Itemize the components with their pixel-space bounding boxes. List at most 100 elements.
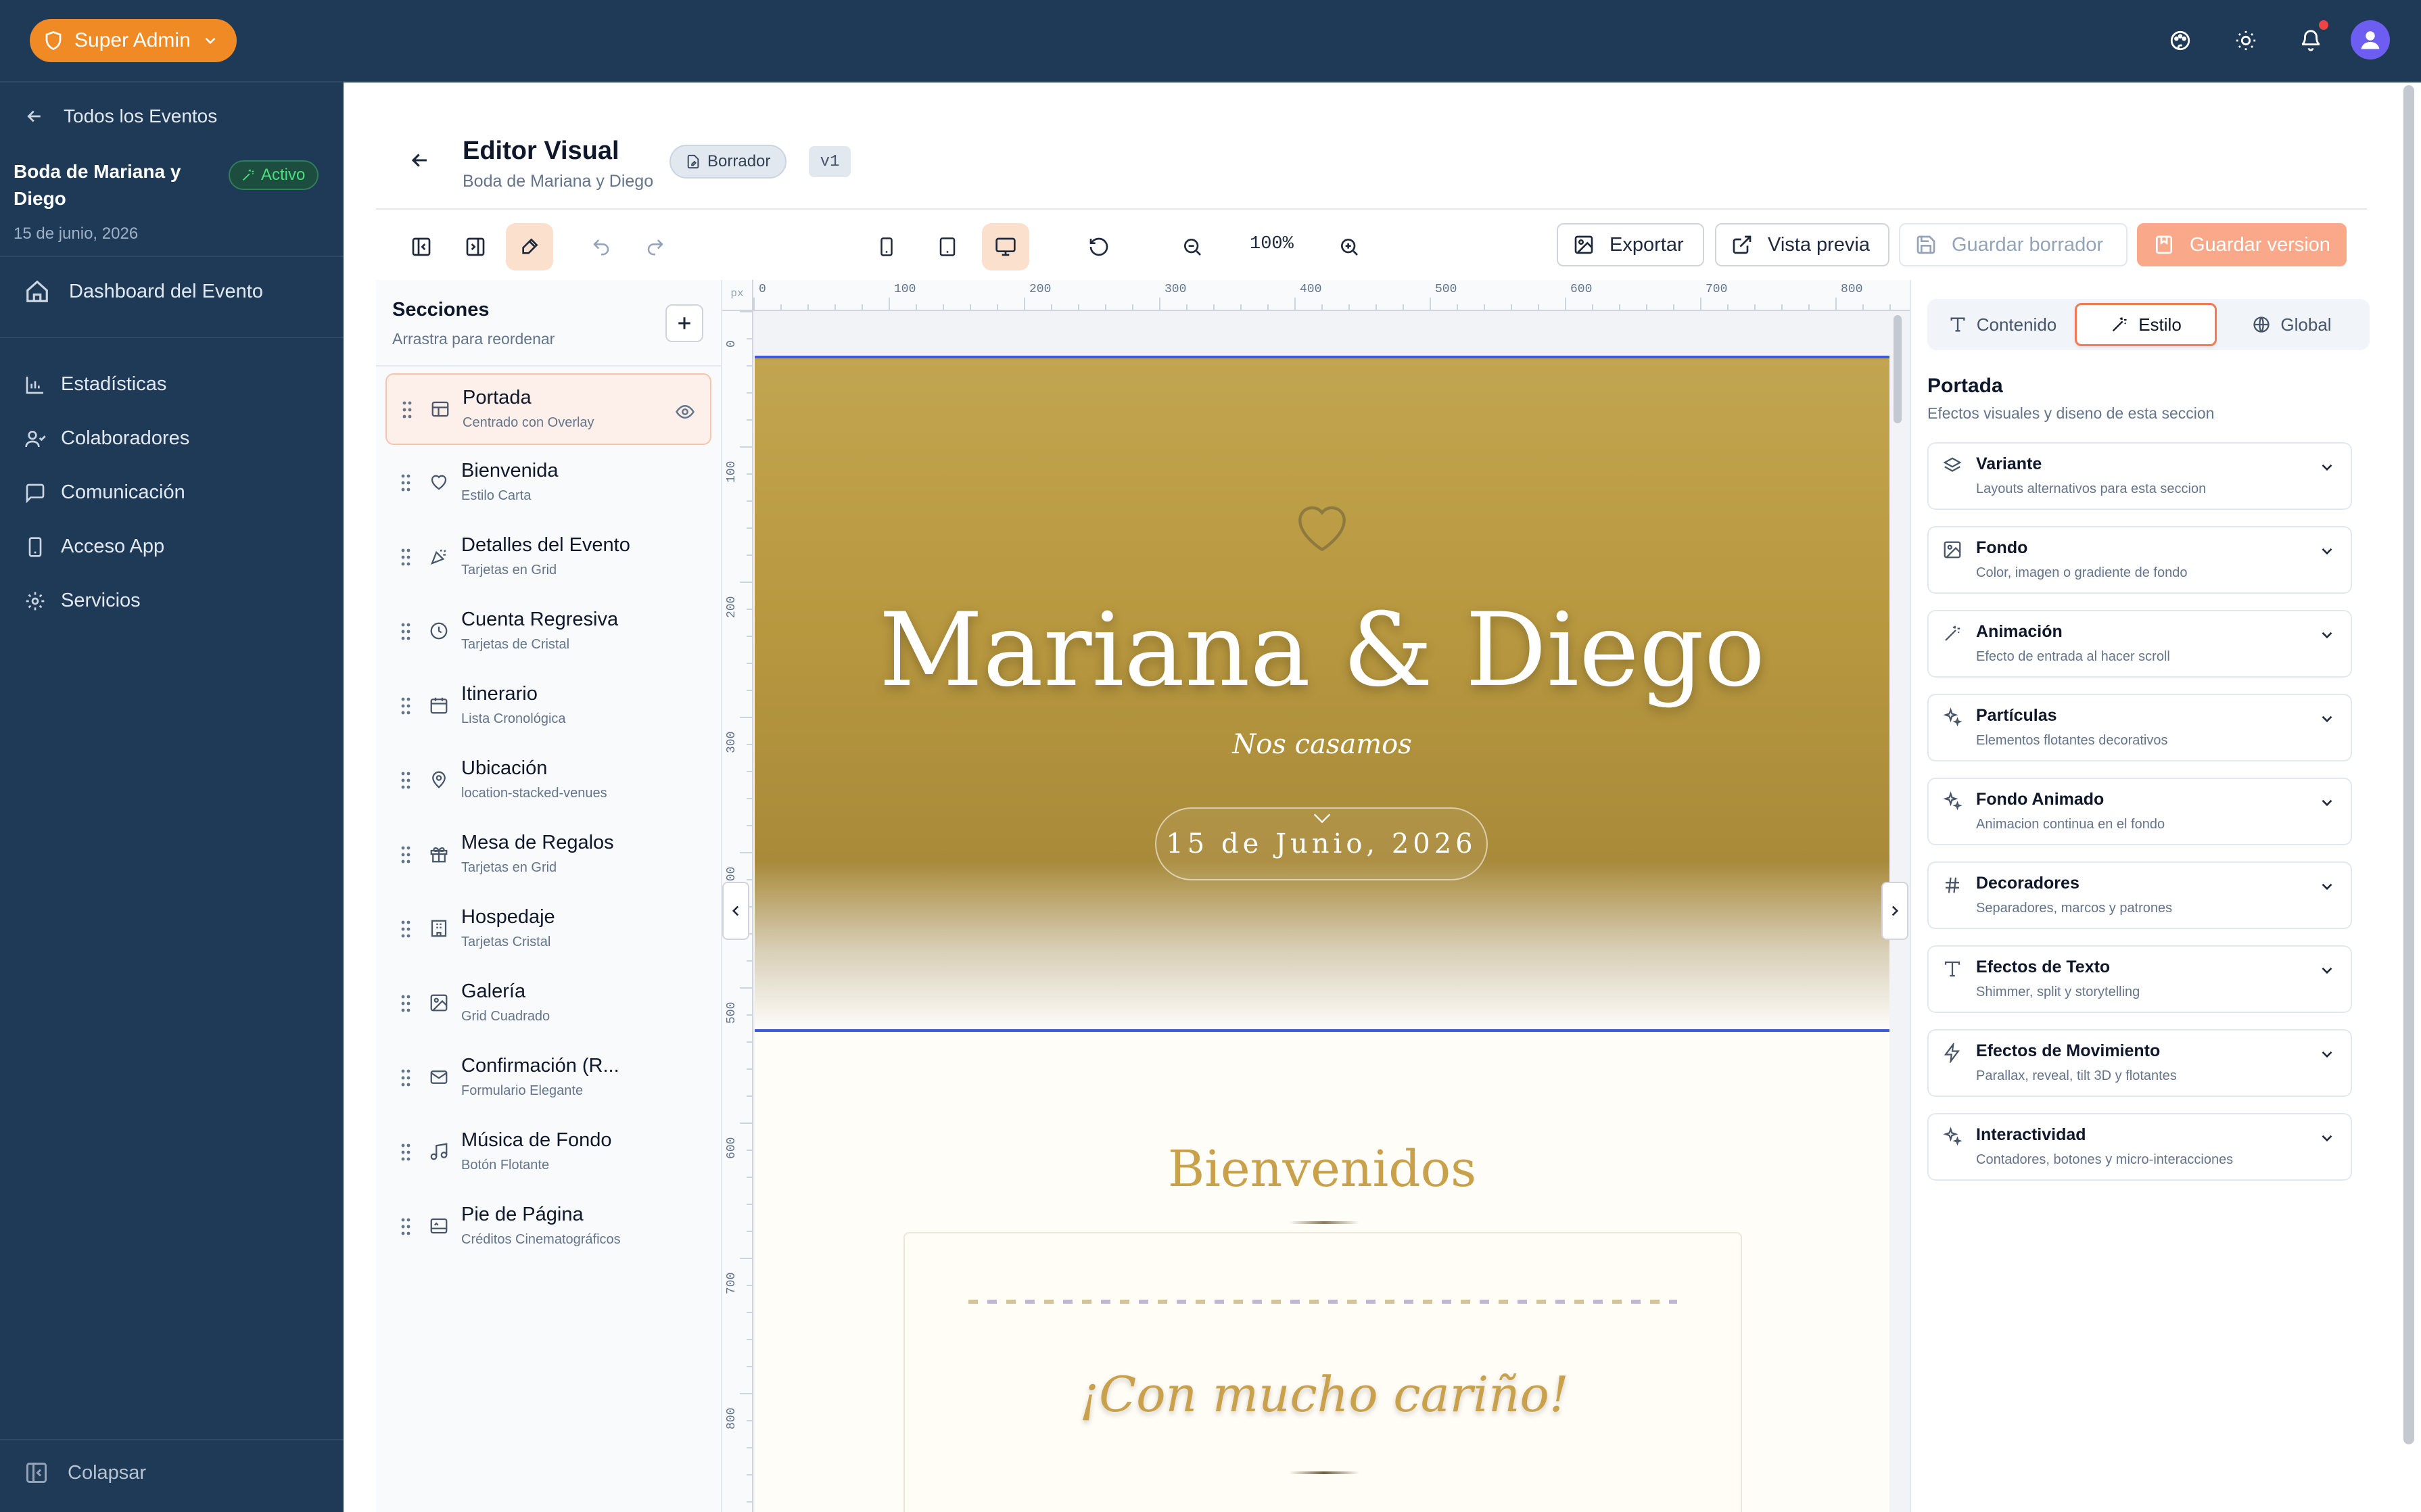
drag-handle-icon[interactable] xyxy=(400,473,411,492)
style-group-item[interactable]: Variante Layouts alternativos para esta s… xyxy=(1927,442,2352,510)
pin-icon xyxy=(427,768,450,791)
style-group-item[interactable]: Fondo Color, imagen o gradiente de fondo xyxy=(1927,526,2352,594)
section-item[interactable]: Bienvenida Estilo Carta xyxy=(385,448,711,519)
chevron-down-icon xyxy=(2322,799,2332,807)
notification-dot xyxy=(2319,20,2328,30)
ruler-tick xyxy=(740,717,752,718)
ruler-tick-label: 400 xyxy=(1300,283,1322,296)
style-panel: Contenido Estilo Global Portada Efectos … xyxy=(1910,280,2383,1512)
ruler-tick xyxy=(747,1095,752,1097)
section-item[interactable]: Cuenta Regresiva Tarjetas de Cristal xyxy=(385,596,711,668)
sidebar-item-label: Dashboard del Evento xyxy=(69,280,263,302)
section-item[interactable]: Hospedaje Tarjetas Cristal xyxy=(385,894,711,966)
collapse-left-button[interactable] xyxy=(722,882,749,940)
drag-handle-icon[interactable] xyxy=(400,994,411,1013)
toggle-right-panel-button[interactable] xyxy=(452,223,499,270)
style-group-item[interactable]: Interactividad Contadores, botones y micr… xyxy=(1927,1113,2352,1181)
canvas-scrollbar[interactable] xyxy=(1894,315,1902,423)
ruler-tick-label: 500 xyxy=(725,1001,738,1024)
user-avatar[interactable] xyxy=(2351,20,2390,60)
collapse-sidebar-button[interactable]: Colapsar xyxy=(24,1461,146,1485)
preview-label: Vista previa xyxy=(1768,233,1870,256)
ruler-tick-label: 700 xyxy=(1706,283,1728,296)
sidebar-item-servicios[interactable]: Servicios xyxy=(24,590,141,612)
back-to-events-link[interactable]: Todos los Eventos xyxy=(24,105,217,127)
style-mode-button[interactable] xyxy=(506,223,553,270)
style-group-item[interactable]: Animación Efecto de entrada al hacer scro… xyxy=(1927,610,2352,678)
zoom-in-button[interactable] xyxy=(1325,223,1373,270)
tablet-view-button[interactable] xyxy=(924,223,971,270)
section-item[interactable]: Galería Grid Cuadrado xyxy=(385,968,711,1040)
back-to-events-label: Todos los Eventos xyxy=(64,105,218,126)
collapse-label: Colapsar xyxy=(68,1461,147,1484)
drag-handle-icon[interactable] xyxy=(400,1217,411,1236)
section-item[interactable]: Itinerario Lista Cronológica xyxy=(385,671,711,742)
section-name: Música de Fondo xyxy=(461,1129,612,1151)
drag-handle-icon[interactable] xyxy=(400,771,411,790)
style-group-item[interactable]: Efectos de Texto Shimmer, split y storyte… xyxy=(1927,945,2352,1013)
drag-handle-icon[interactable] xyxy=(400,622,411,641)
section-variant: location-stacked-venues xyxy=(461,786,607,801)
drag-handle-icon[interactable] xyxy=(402,400,413,419)
section-item[interactable]: Portada Centrado con Overlay xyxy=(385,373,711,445)
footer-icon xyxy=(427,1214,450,1237)
collapse-right-button[interactable] xyxy=(1881,882,1908,940)
section-item[interactable]: Pie de Página Créditos Cinematográficos xyxy=(385,1191,711,1263)
toggle-left-panel-button[interactable] xyxy=(398,223,445,270)
super-admin-button[interactable]: Super Admin xyxy=(30,19,237,62)
section-item[interactable]: Detalles del Evento Tarjetas en Grid xyxy=(385,522,711,594)
canvas-area[interactable]: 0 100 200 300 400 500 600 700 800 0 100 200 300 400 5… xyxy=(722,280,1910,1512)
sun-icon[interactable] xyxy=(2230,24,2262,57)
sidebar-item-comunicacion[interactable]: Comunicación xyxy=(24,481,185,504)
chevron-down-icon xyxy=(205,37,216,45)
desktop-view-button[interactable] xyxy=(982,223,1029,270)
hero-section[interactable]: Mariana & Diego Nos casamos 15 de Junio,… xyxy=(755,356,1889,1032)
zoom-out-icon xyxy=(1184,239,1201,256)
invitation-page-preview[interactable]: Mariana & Diego Nos casamos 15 de Junio,… xyxy=(755,356,1889,1512)
ruler-tick xyxy=(740,1258,752,1259)
style-group-item[interactable]: Partículas Elementos flotantes decorativo… xyxy=(1927,694,2352,761)
palette-icon[interactable] xyxy=(2164,24,2196,57)
ruler-tick xyxy=(1754,304,1756,310)
section-item[interactable]: Música de Fondo Botón Flotante xyxy=(385,1117,711,1189)
eye-icon[interactable] xyxy=(675,402,695,422)
section-item[interactable]: Ubicación location-stacked-venues xyxy=(385,745,711,817)
top-bar: Super Admin xyxy=(0,0,2421,82)
save-draft-button[interactable]: Guardar borrador xyxy=(1899,223,2128,266)
tab-global[interactable]: Global xyxy=(2222,303,2361,346)
undo-button[interactable] xyxy=(578,223,625,270)
tab-estilo[interactable]: Estilo xyxy=(2075,303,2217,346)
redo-button[interactable] xyxy=(632,223,679,270)
sidebar-item-dashboard[interactable]: Dashboard del Evento xyxy=(24,279,263,304)
sidebar-item-acceso-app[interactable]: Acceso App xyxy=(24,536,164,558)
drag-handle-icon[interactable] xyxy=(400,548,411,567)
ruler-tick xyxy=(1484,304,1485,310)
style-group-item[interactable]: Efectos de Movimiento Parallax, reveal, t… xyxy=(1927,1029,2352,1097)
sparkles-icon xyxy=(1942,1127,1962,1150)
event-date: 15 de junio, 2026 xyxy=(14,225,139,243)
drag-handle-icon[interactable] xyxy=(400,1068,411,1087)
sidebar-item-estadisticas[interactable]: Estadísticas xyxy=(24,373,166,396)
section-item[interactable]: Confirmación (R... Formulario Elegante xyxy=(385,1043,711,1114)
tab-contenido[interactable]: Contenido xyxy=(1935,303,2069,346)
drag-handle-icon[interactable] xyxy=(400,1143,411,1162)
mobile-view-button[interactable] xyxy=(863,223,910,270)
preview-button[interactable]: Vista previa xyxy=(1715,223,1889,266)
page-scrollbar[interactable] xyxy=(2403,85,2414,1444)
gift-icon xyxy=(427,843,450,866)
ruler-tick xyxy=(1024,298,1025,310)
style-group-item[interactable]: Fondo Animado Animacion continua en el fo… xyxy=(1927,778,2352,845)
style-group-item[interactable]: Decoradores Separadores, marcos y patrone… xyxy=(1927,861,2352,929)
sidebar-item-colaboradores[interactable]: Colaboradores xyxy=(24,427,189,450)
export-button[interactable]: Exportar xyxy=(1557,223,1704,266)
add-section-button[interactable] xyxy=(665,304,703,342)
zoom-out-button[interactable] xyxy=(1169,223,1216,270)
drag-handle-icon[interactable] xyxy=(400,845,411,864)
drag-handle-icon[interactable] xyxy=(400,696,411,715)
reset-button[interactable] xyxy=(1075,223,1123,270)
drag-handle-icon[interactable] xyxy=(400,920,411,939)
section-item[interactable]: Mesa de Regalos Tarjetas en Grid xyxy=(385,820,711,891)
save-version-button[interactable]: Guardar version xyxy=(2137,223,2347,266)
zoom-level: 100% xyxy=(1250,234,1294,254)
editor-back-button[interactable] xyxy=(408,149,431,175)
